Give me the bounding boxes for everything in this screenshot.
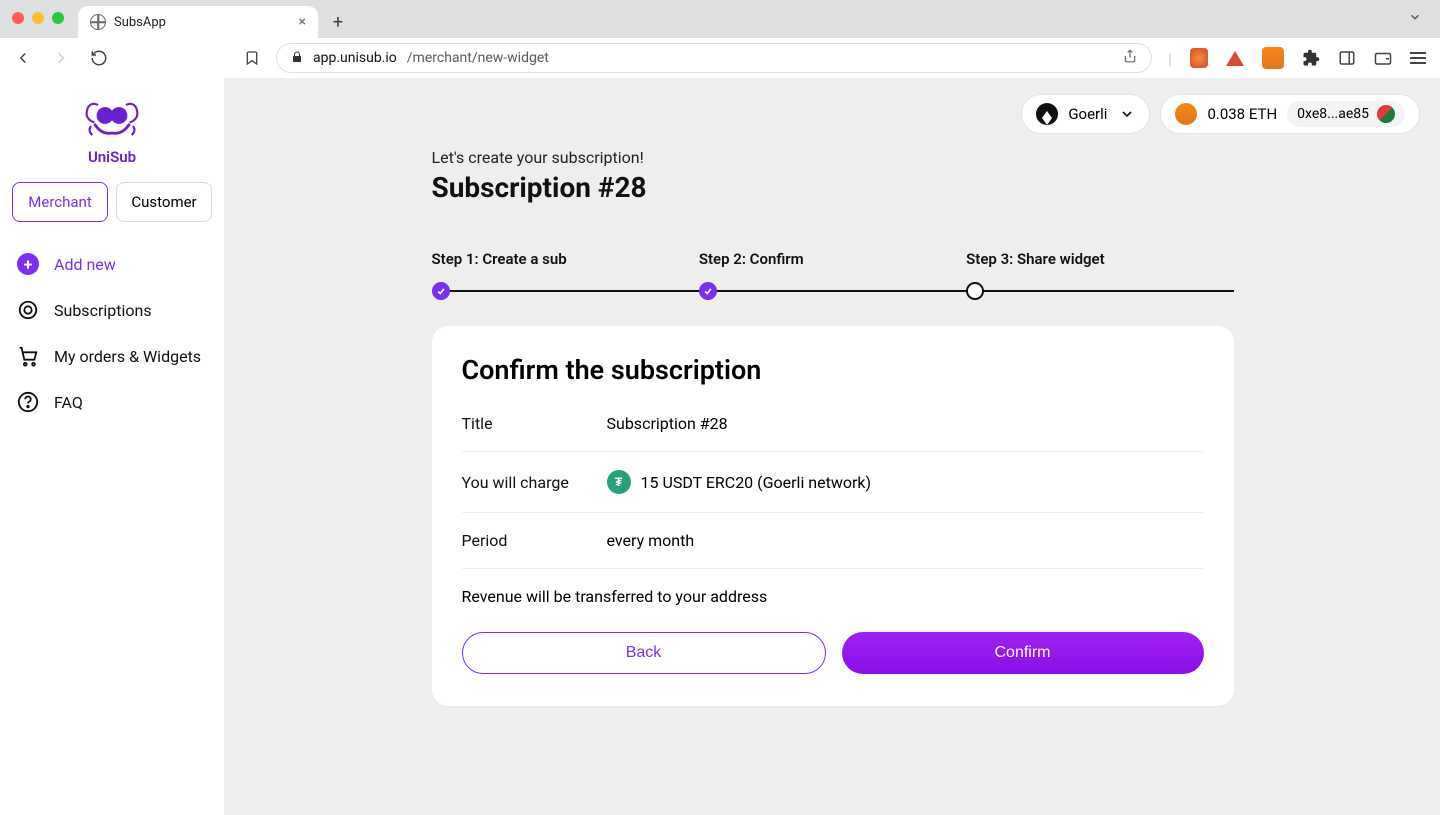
network-selector[interactable]: Goerli — [1021, 94, 1150, 134]
ethereum-icon — [1036, 103, 1058, 125]
revenue-note: Revenue will be transferred to your addr… — [462, 569, 1204, 606]
stepper: Step 1: Create a sub Step 2: Confirm Ste… — [432, 250, 1234, 292]
brand-logo[interactable]: UniSub — [10, 94, 214, 166]
card-heading: Confirm the subscription — [462, 354, 1204, 386]
label-period: Period — [462, 531, 607, 550]
label-title: Title — [462, 414, 607, 433]
row-charge: You will charge ₮ 15 USDT ERC20 (Goerli … — [462, 452, 1204, 513]
value-period: every month — [607, 531, 695, 550]
nav-label: My orders & Widgets — [54, 347, 201, 366]
close-tab-icon[interactable]: × — [299, 14, 306, 30]
wallet-address-badge: 0xe8...ae85 — [1287, 101, 1405, 127]
extensions-icon[interactable] — [1302, 49, 1320, 67]
bookmark-icon[interactable] — [244, 50, 260, 66]
sidebar-item-faq[interactable]: FAQ — [10, 382, 214, 422]
side-nav: + Add new Subscriptions My orders & Widg… — [10, 244, 214, 422]
wallet-pill[interactable]: 0.038 ETH 0xe8...ae85 — [1160, 94, 1420, 134]
globe-icon — [90, 14, 106, 30]
confirm-card: Confirm the subscription Title Subscript… — [432, 326, 1234, 706]
subscriptions-icon — [16, 298, 40, 322]
label-charge: You will charge — [462, 473, 607, 492]
brand-name: UniSub — [88, 148, 136, 166]
unisub-logo-icon — [77, 94, 147, 144]
tab-title: SubsApp — [114, 15, 166, 30]
chevron-down-icon — [1119, 106, 1135, 122]
url-field[interactable]: app.unisub.io/merchant/new-widget — [276, 43, 1152, 73]
confirm-button[interactable]: Confirm — [842, 632, 1204, 674]
back-button[interactable]: Back — [462, 632, 826, 674]
sidebar: UniSub Merchant Customer + Add new Subsc… — [0, 78, 225, 815]
nav-label: FAQ — [54, 393, 83, 412]
card-actions: Back Confirm — [462, 632, 1204, 674]
lock-icon — [291, 51, 303, 66]
row-period: Period every month — [462, 513, 1204, 569]
step-dot-2 — [699, 282, 717, 300]
help-icon — [16, 390, 40, 414]
sidebar-item-add-new[interactable]: + Add new — [10, 244, 214, 284]
reload-icon[interactable] — [90, 49, 108, 67]
nav-label: Add new — [54, 255, 116, 274]
value-charge: 15 USDT ERC20 (Goerli network) — [641, 473, 872, 492]
maximize-window-icon[interactable] — [52, 12, 64, 24]
merchant-tab[interactable]: Merchant — [12, 182, 108, 222]
usdt-icon: ₮ — [607, 470, 631, 494]
wallet-header: Goerli 0.038 ETH 0xe8...ae85 — [1021, 94, 1420, 134]
cart-icon — [16, 344, 40, 368]
sidebar-item-orders[interactable]: My orders & Widgets — [10, 336, 214, 376]
url-host: app.unisub.io — [313, 50, 397, 66]
step-label-1: Step 1: Create a sub — [432, 250, 699, 268]
page-title: Subscription #28 — [432, 171, 1234, 204]
minimize-window-icon[interactable] — [32, 12, 44, 24]
row-title: Title Subscription #28 — [462, 408, 1204, 452]
plus-icon: + — [17, 253, 39, 275]
step-dot-1 — [432, 282, 450, 300]
app: UniSub Merchant Customer + Add new Subsc… — [0, 78, 1440, 815]
step-label-3: Step 3: Share widget — [966, 250, 1233, 268]
menu-icon[interactable] — [1410, 52, 1426, 64]
page-eyebrow: Let's create your subscription! — [432, 148, 1234, 167]
new-tab-button[interactable]: + — [324, 8, 352, 36]
share-icon[interactable] — [1123, 49, 1137, 67]
customer-tab[interactable]: Customer — [116, 182, 212, 222]
value-title: Subscription #28 — [607, 414, 728, 433]
window-controls[interactable] — [12, 12, 64, 38]
chevron-down-icon[interactable] — [1408, 10, 1422, 24]
address-bar: app.unisub.io/merchant/new-widget | — [0, 38, 1440, 78]
step-label-2: Step 2: Confirm — [699, 250, 966, 268]
wallet-balance: 0.038 ETH — [1207, 105, 1277, 123]
step-dot-3 — [966, 282, 984, 300]
main: Goerli 0.038 ETH 0xe8...ae85 Let's creat… — [225, 78, 1440, 815]
back-icon[interactable] — [14, 49, 32, 67]
wallet-icon[interactable] — [1374, 49, 1392, 67]
brave-rewards-icon[interactable] — [1226, 51, 1244, 66]
metamask-extension-icon[interactable] — [1262, 47, 1284, 69]
tab-bar: SubsApp × + — [0, 0, 1440, 38]
role-toggle: Merchant Customer — [10, 182, 214, 222]
metamask-icon — [1175, 103, 1197, 125]
wallet-address: 0xe8...ae85 — [1297, 106, 1369, 122]
identicon-icon — [1377, 105, 1395, 123]
forward-icon — [52, 49, 70, 67]
browser-chrome: SubsApp × + app.unisub.io/merchant/new-w… — [0, 0, 1440, 78]
content: Let's create your subscription! Subscrip… — [432, 78, 1234, 706]
browser-tab[interactable]: SubsApp × — [78, 6, 318, 38]
url-path: /merchant/new-widget — [407, 50, 549, 66]
sidepanel-icon[interactable] — [1338, 49, 1356, 67]
nav-label: Subscriptions — [54, 301, 152, 320]
network-name: Goerli — [1068, 105, 1107, 123]
brave-shield-icon[interactable] — [1190, 48, 1208, 68]
sidebar-item-subscriptions[interactable]: Subscriptions — [10, 290, 214, 330]
close-window-icon[interactable] — [12, 12, 24, 24]
